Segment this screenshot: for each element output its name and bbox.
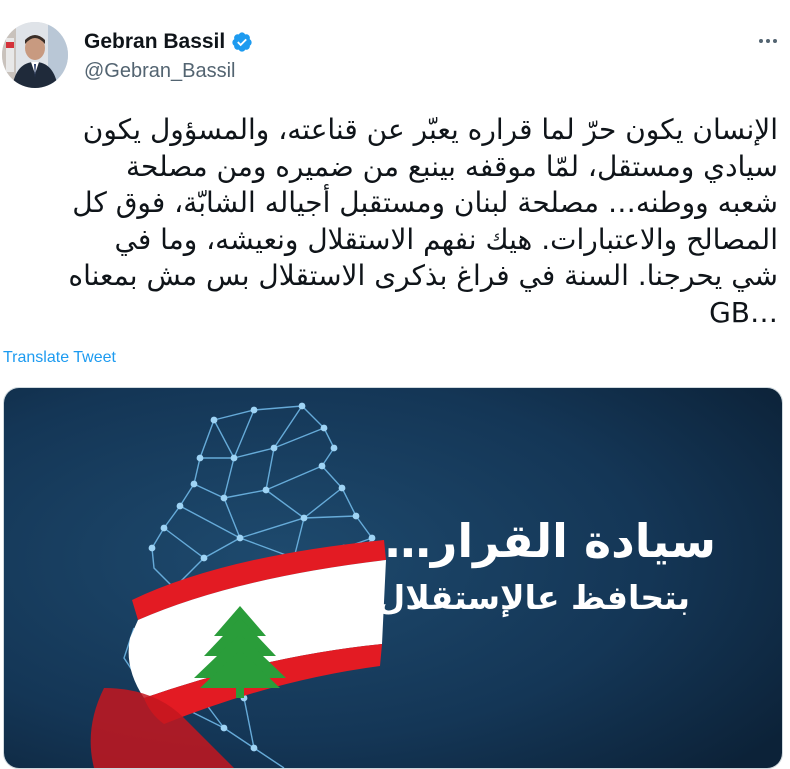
author-name[interactable]: Gebran Bassil (84, 30, 225, 54)
media-subline: بتحافظ عالإستقلال (376, 578, 690, 617)
media-headline: سيادة القرار… (384, 514, 716, 568)
author-name-row: Gebran Bassil (84, 30, 253, 54)
tweet-text: الإنسان يكون حرّ لما قراره يعبّر عن قناع… (68, 113, 778, 329)
verified-badge-icon (232, 32, 252, 52)
avatar[interactable] (2, 22, 68, 88)
tweet-header: Gebran Bassil @Gebran_Bassil (0, 0, 790, 100)
translate-tweet-link[interactable]: Translate Tweet (3, 349, 116, 367)
tweet-media-image[interactable]: سيادة القرار… بتحافظ عالإستقلال (3, 387, 783, 769)
more-options-icon[interactable] (754, 30, 782, 52)
author-handle[interactable]: @Gebran_Bassil (84, 60, 235, 83)
